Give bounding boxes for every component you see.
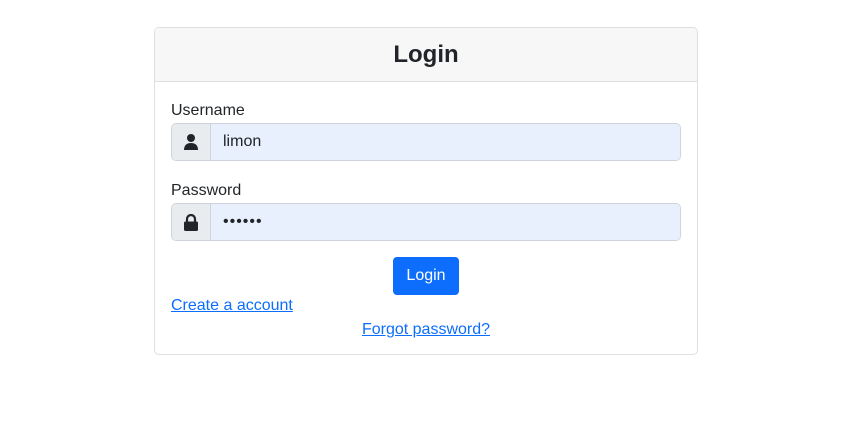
login-button-row: Login <box>171 257 681 295</box>
forgot-password-link[interactable]: Forgot password? <box>362 321 490 338</box>
username-input[interactable] <box>211 124 680 160</box>
password-input[interactable] <box>211 204 680 240</box>
login-button[interactable]: Login <box>393 257 459 295</box>
username-label: Username <box>171 102 245 119</box>
password-label: Password <box>171 182 242 199</box>
user-icon <box>172 124 211 160</box>
page-title: Login <box>393 40 459 68</box>
username-input-group <box>171 123 681 161</box>
login-form: Username Password Login Create <box>155 101 697 340</box>
card-header: Login <box>155 28 697 82</box>
create-account-link[interactable]: Create a account <box>171 296 293 316</box>
password-input-group <box>171 203 681 241</box>
forgot-password-row: Forgot password? <box>171 320 681 340</box>
login-card: Login Username Password Login <box>154 27 698 355</box>
lock-icon <box>172 204 211 240</box>
